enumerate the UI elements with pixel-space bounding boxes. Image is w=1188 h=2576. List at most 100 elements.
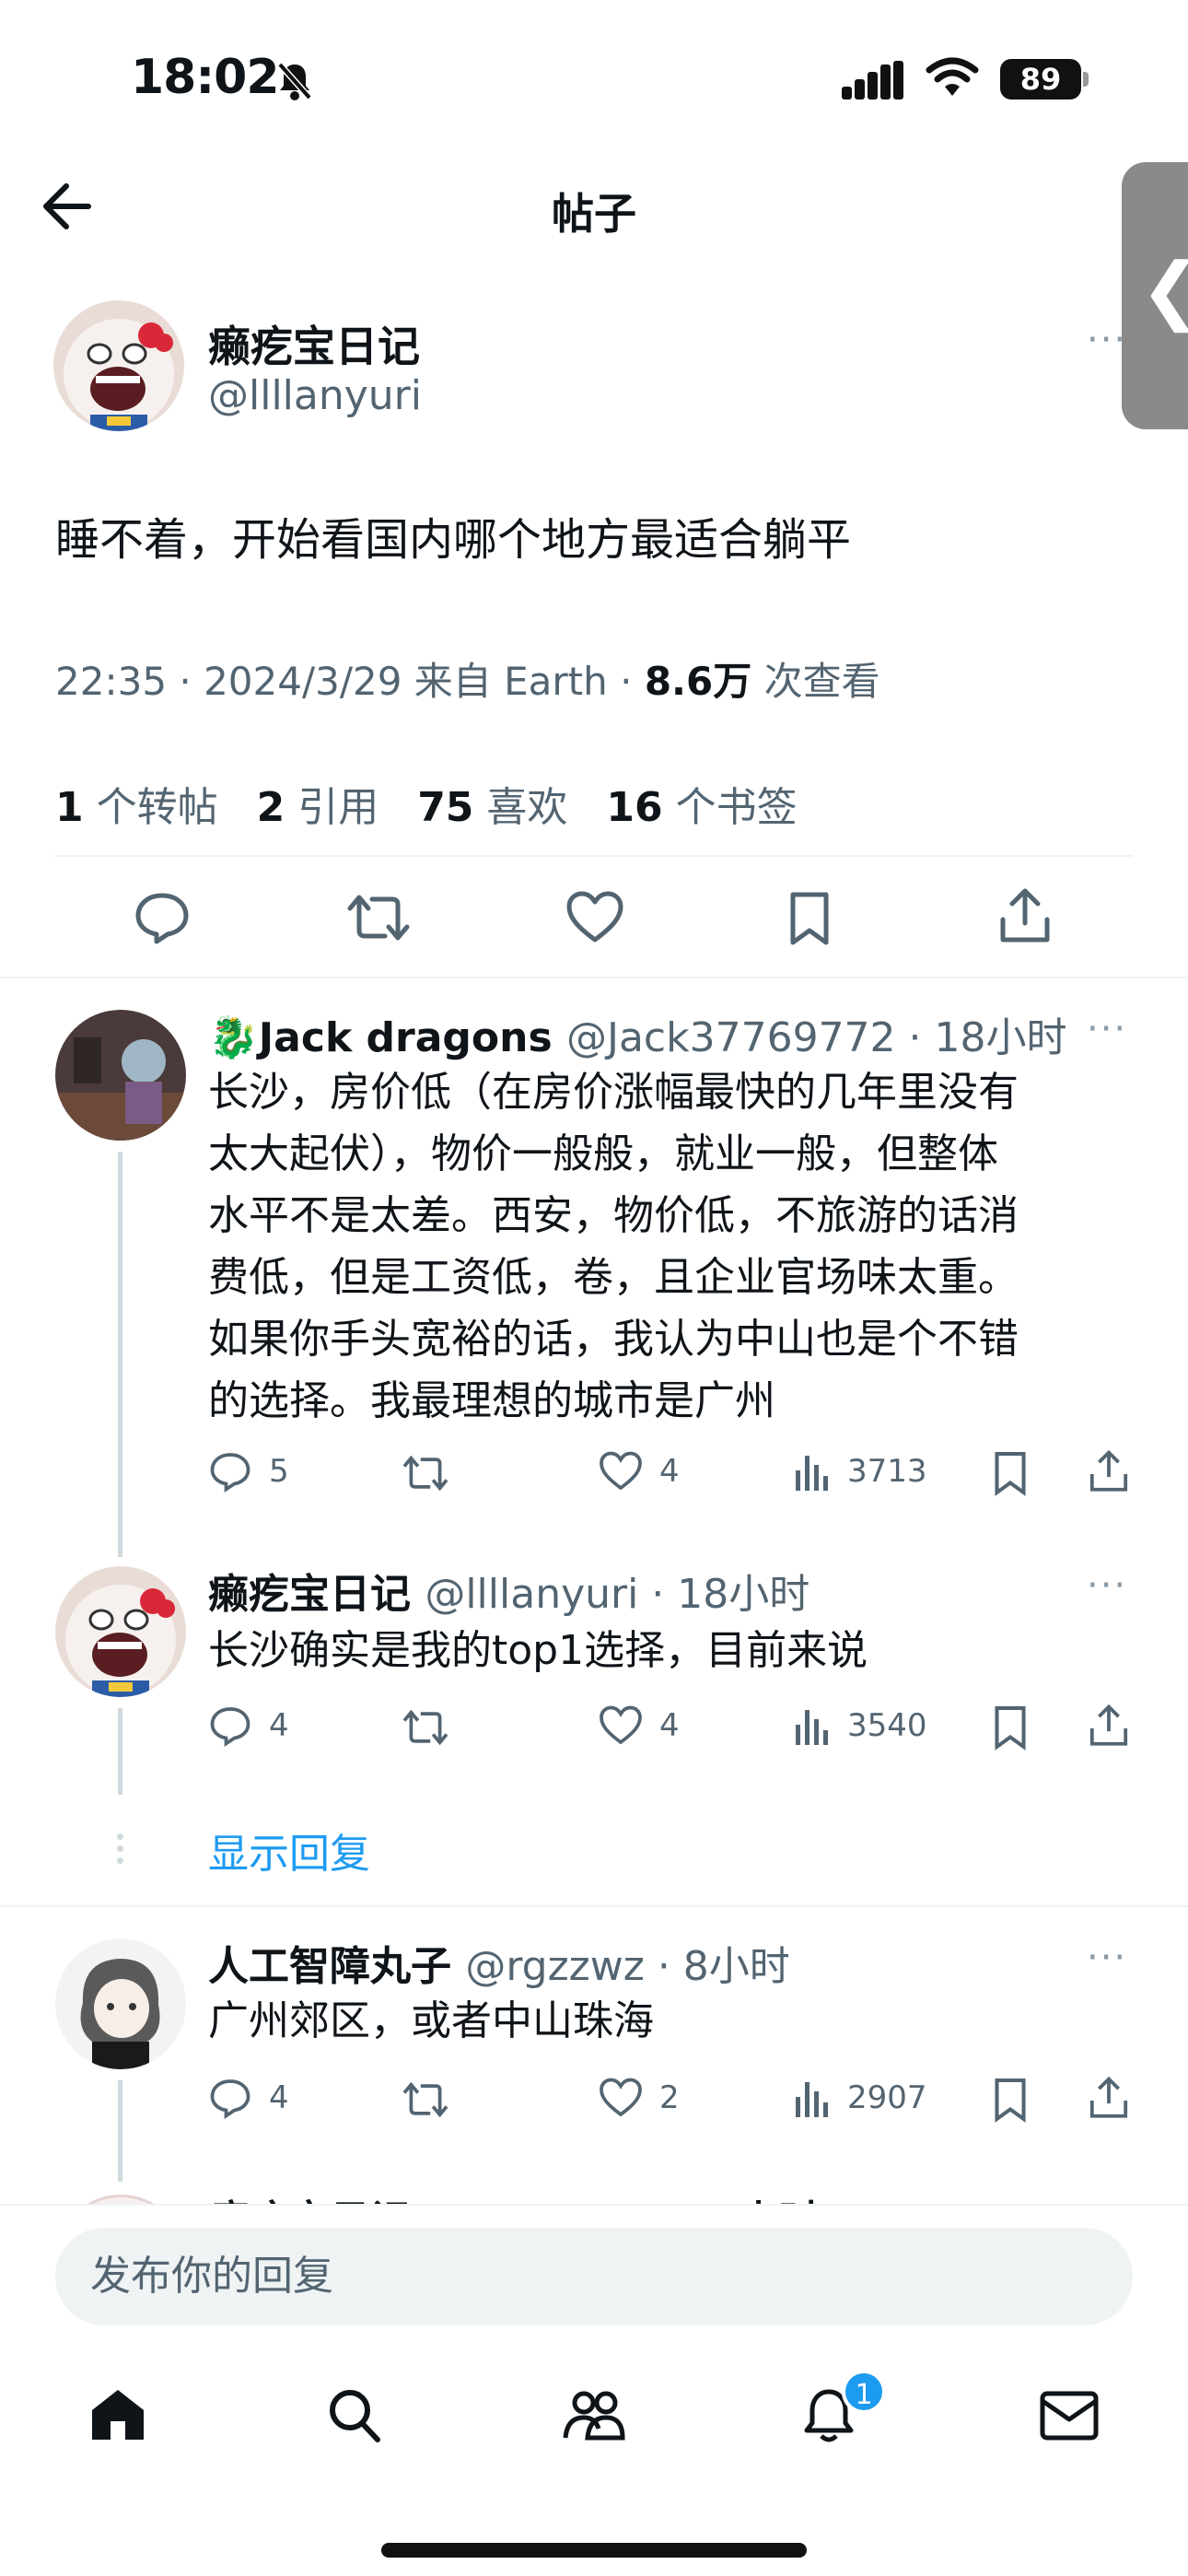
like-button[interactable]: 4 xyxy=(599,1450,680,1493)
views-button[interactable]: 3713 xyxy=(794,1450,927,1493)
like-button[interactable]: 2 xyxy=(599,2077,680,2119)
reply-action-bar: 4 4 3540 xyxy=(208,1701,1133,1752)
share-icon[interactable] xyxy=(1089,1703,1129,1749)
repost-icon[interactable] xyxy=(402,2078,449,2121)
partial-reply-header: 癞疙宝日记 @llllanyuri · 8小时 xyxy=(208,2187,819,2204)
reply-button[interactable]: 4 xyxy=(208,2077,289,2119)
cellular-signal-icon xyxy=(842,61,903,100)
post-views-label: 次查看 xyxy=(751,659,880,704)
divider xyxy=(0,1905,1188,1907)
reply-text-line: 长沙，房价低（在房价涨幅最快的几年里没有 xyxy=(208,1069,1019,1116)
reposts-label: 个转帖 xyxy=(83,784,218,831)
reply-author-handle: @Jack37769772 · 18小时 xyxy=(565,1014,1067,1061)
reply-name-text: 人工智障丸子 xyxy=(208,1943,451,1990)
post-timestamp: 22:35 · 2024/3/29 来自 Earth · xyxy=(55,659,645,704)
post-author-handle[interactable]: @llllanyuri xyxy=(208,372,422,419)
reply-text-line: 如果你手头宽裕的话，我认为中山也是个不错 xyxy=(208,1316,1019,1363)
status-time: 18:02 xyxy=(131,50,280,105)
avatar[interactable] xyxy=(53,300,184,431)
bookmarks-stat[interactable]: 16 个书签 xyxy=(606,784,797,831)
divider xyxy=(55,855,1133,857)
bookmark-icon[interactable] xyxy=(788,890,831,947)
like-heart-icon xyxy=(600,1705,642,1745)
reply-text: 长沙确实是我的top1选择，目前来说 xyxy=(208,1620,868,1681)
reply-count: 5 xyxy=(269,1453,289,1490)
like-button[interactable]: 4 xyxy=(599,1704,680,1747)
home-icon[interactable] xyxy=(88,2386,147,2441)
reposts-count: 1 xyxy=(55,784,84,831)
chevron-left-icon: ❮ xyxy=(1140,247,1188,333)
like-heart-icon xyxy=(600,1451,642,1491)
search-icon[interactable] xyxy=(326,2386,381,2443)
views-button[interactable]: 2907 xyxy=(794,2077,927,2119)
reply-text-line: 水平不是太差。西安，物价低，不旅游的话消 xyxy=(208,1192,1019,1239)
repost-icon[interactable] xyxy=(402,1706,449,1749)
share-icon[interactable] xyxy=(1089,1448,1129,1494)
post-author-name[interactable]: 癞疙宝日记 xyxy=(208,313,420,374)
share-icon[interactable] xyxy=(998,886,1052,945)
repost-icon[interactable] xyxy=(402,1452,449,1494)
reply-icon xyxy=(210,1453,250,1493)
bookmark-icon[interactable] xyxy=(993,1450,1028,1496)
reply-text-line: 广州郊区，或者中山珠海 xyxy=(208,1997,654,2044)
bookmark-icon[interactable] xyxy=(993,1704,1028,1751)
reply-author-name[interactable]: 🐉Jack dragons @Jack37769772 · 18小时 xyxy=(208,1004,1067,1063)
more-options-icon[interactable]: ··· xyxy=(1087,1564,1127,1607)
view-count: 2907 xyxy=(847,2079,927,2116)
divider xyxy=(0,977,1188,978)
battery-nub xyxy=(1083,72,1089,87)
more-options-icon[interactable]: ··· xyxy=(1087,1008,1127,1050)
reply-icon xyxy=(210,1707,250,1747)
analytics-bars-icon xyxy=(796,2082,828,2117)
like-count: 4 xyxy=(659,1453,680,1490)
analytics-bars-icon xyxy=(796,1710,828,1745)
likes-stat[interactable]: 75 喜欢 xyxy=(417,784,567,831)
show-replies-link[interactable]: 显示回复 xyxy=(208,1821,370,1879)
wifi-icon xyxy=(926,57,979,96)
post-views-count: 8.6万 xyxy=(644,659,752,704)
avatar[interactable] xyxy=(55,1010,186,1141)
bookmarks-label: 个书签 xyxy=(662,784,798,831)
reply-text-line: 费低，但是工资低，卷，且企业官场味太重。 xyxy=(208,1254,1019,1301)
like-count: 4 xyxy=(659,1707,680,1744)
reply-action-bar: 5 4 3713 xyxy=(208,1446,1133,1498)
reply-author-handle: @llllanyuri · 18小时 xyxy=(425,1571,810,1618)
likes-label: 喜欢 xyxy=(473,784,568,831)
side-panel-handle[interactable]: ❮ xyxy=(1122,162,1188,429)
reply-author-name[interactable]: 人工智障丸子 @rgzzwz · 8小时 xyxy=(208,1933,790,1992)
reply-count: 4 xyxy=(269,1707,289,1744)
mute-bell-icon xyxy=(277,62,312,100)
post-text: 睡不着，开始看国内哪个地方最适合躺平 xyxy=(55,514,852,566)
reply-author-handle: @rgzzwz · 8小时 xyxy=(465,1943,790,1990)
reply-input[interactable]: 发布你的回复 xyxy=(55,2228,1133,2325)
like-heart-icon[interactable] xyxy=(565,890,624,945)
reply-name-text: Jack dragons xyxy=(258,1014,553,1061)
share-icon[interactable] xyxy=(1089,2075,1129,2121)
thread-line xyxy=(118,1708,122,1795)
repost-icon[interactable] xyxy=(346,890,411,945)
reply-button[interactable]: 5 xyxy=(208,1450,289,1493)
communities-icon[interactable] xyxy=(562,2386,626,2443)
avatar[interactable] xyxy=(55,1566,186,1697)
avatar[interactable] xyxy=(55,1938,186,2069)
analytics-bars-icon xyxy=(796,1456,828,1491)
like-count: 2 xyxy=(659,2079,680,2116)
reposts-stat[interactable]: 1 个转帖 xyxy=(55,784,218,831)
bookmarks-count: 16 xyxy=(606,784,663,831)
views-button[interactable]: 3540 xyxy=(794,1704,927,1747)
reply-author-name[interactable]: 癞疙宝日记 @llllanyuri · 18小时 xyxy=(208,1561,809,1620)
reply-text-line: 的选择。我最理想的城市是广州 xyxy=(208,1377,775,1424)
more-options-icon[interactable]: ··· xyxy=(1087,319,1127,361)
likes-count: 75 xyxy=(417,784,474,831)
dragon-emoji-icon: 🐉 xyxy=(208,1014,259,1061)
reply-icon xyxy=(210,2079,250,2119)
more-options-icon[interactable]: ··· xyxy=(1087,1937,1127,1979)
quotes-count: 2 xyxy=(256,784,285,831)
messages-envelope-icon[interactable] xyxy=(1039,2390,1100,2441)
quotes-stat[interactable]: 2 引用 xyxy=(257,784,379,831)
post-meta: 22:35 · 2024/3/29 来自 Earth · 8.6万 次查看 xyxy=(55,650,880,707)
reply-button[interactable]: 4 xyxy=(208,1704,289,1747)
reply-icon[interactable] xyxy=(133,890,192,945)
notifications-badge: 1 xyxy=(842,2370,886,2414)
bookmark-icon[interactable] xyxy=(993,2077,1028,2123)
